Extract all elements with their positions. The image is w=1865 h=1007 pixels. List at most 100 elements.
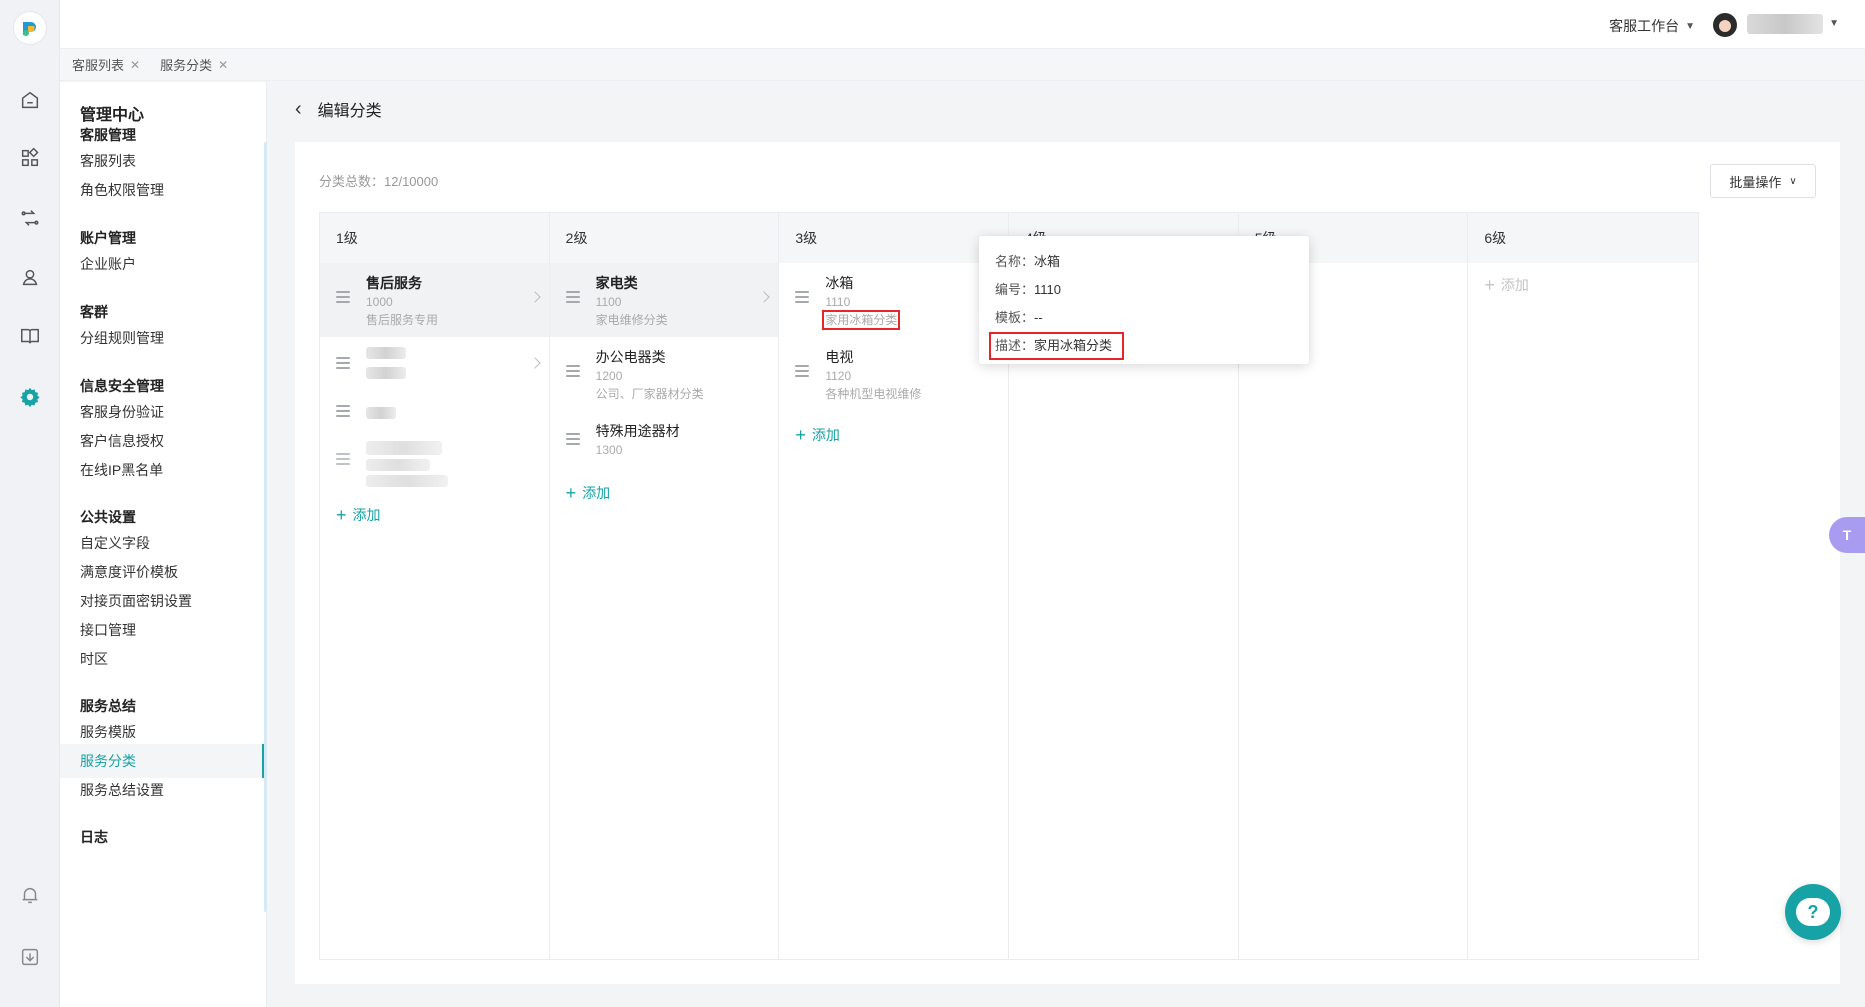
caret-down-icon: ▼: [1685, 20, 1695, 32]
node-code: 1200: [595, 369, 623, 383]
drag-handle-icon[interactable]: [336, 453, 350, 468]
sidebar-item[interactable]: 角色权限管理: [60, 173, 265, 207]
node-desc-highlighted: 家用冰箱分类: [822, 310, 901, 330]
user-menu-caret-icon[interactable]: ▼: [1829, 18, 1839, 29]
popover-key: 编号：: [995, 282, 1035, 297]
add-label: 添加: [352, 507, 381, 523]
add-label: 添加: [1500, 277, 1529, 293]
group-title: 公共设置: [80, 509, 136, 525]
category-detail-popover: 名称：冰箱 编号：1110 模板：-- 描述：家用冰箱分类: [979, 236, 1309, 364]
username-redacted[interactable]: [1747, 14, 1823, 34]
redacted-text: [366, 367, 406, 379]
sidebar-item[interactable]: 分组规则管理: [60, 321, 265, 355]
apps-grid-icon[interactable]: [18, 146, 42, 170]
category-node[interactable]: 特殊用途器材 1300: [550, 411, 779, 469]
drag-handle-icon[interactable]: [565, 291, 580, 306]
node-code: 1000: [366, 295, 393, 309]
category-node[interactable]: 售后服务 1000 售后服务专用: [320, 263, 549, 337]
category-count: 分类总数：12/10000: [319, 174, 439, 189]
group-title: 客服管理: [80, 127, 136, 143]
redacted-text: [366, 475, 448, 487]
group-title: 日志: [80, 829, 108, 845]
app-logo[interactable]: [14, 12, 46, 44]
column-header: 3级: [779, 213, 1009, 263]
route-icon[interactable]: [18, 206, 42, 230]
sidebar-item[interactable]: 企业账户: [60, 247, 265, 281]
redacted-text: [366, 347, 406, 359]
help-chat-button[interactable]: ?: [1785, 884, 1841, 940]
back-arrow-icon[interactable]: ‹: [295, 98, 302, 121]
node-name: 家电类: [595, 275, 638, 291]
node-code: 1110: [825, 295, 851, 309]
popover-template-row: 模板：--: [995, 304, 1293, 332]
user-service-icon[interactable]: [18, 265, 42, 289]
category-node[interactable]: 冰箱 1110 家用冰箱分类 ⋮: [779, 263, 1008, 337]
node-name: 冰箱: [825, 275, 854, 291]
drag-handle-icon[interactable]: [565, 365, 580, 380]
group-title: 账户管理: [80, 230, 136, 246]
plus-icon: +: [795, 425, 806, 445]
popover-key: 模板：: [995, 310, 1035, 325]
page-title: 编辑分类: [317, 103, 382, 120]
workbench-dropdown[interactable]: 客服工作台 ▼: [1609, 16, 1695, 36]
add-category-button[interactable]: + 添加: [779, 425, 1008, 445]
user-avatar[interactable]: [1713, 13, 1737, 37]
node-desc: 售后服务专用: [366, 313, 439, 327]
level-column-3: 3级 冰箱 1110 家用冰箱分类 ⋮ 电视 1120 各种机型电视维修 + 添…: [779, 213, 1010, 959]
page-tabs: 客服列表 ✕ 服务分类 ✕: [60, 49, 1865, 81]
level-column-2: 2级 家电类 1100 家电维修分类 办公电器类 1200 公司、厂家器材分类 …: [549, 213, 780, 959]
sidebar-item[interactable]: 时区: [60, 642, 265, 676]
drag-handle-icon[interactable]: [336, 291, 350, 306]
category-node[interactable]: 家电类 1100 家电维修分类: [549, 263, 779, 337]
node-desc: 家电维修分类: [595, 313, 668, 327]
category-node-redacted[interactable]: [320, 337, 549, 395]
level-column-6: 6级 + 添加: [1468, 213, 1699, 959]
node-name: 办公电器类: [595, 349, 666, 365]
popover-key: 描述：: [995, 338, 1035, 353]
sidebar-scrollbar[interactable]: [264, 142, 267, 912]
category-node[interactable]: 办公电器类 1200 公司、厂家器材分类: [550, 337, 779, 411]
add-category-button[interactable]: + 添加: [550, 483, 779, 503]
plus-icon: +: [336, 505, 347, 525]
close-icon[interactable]: ✕: [130, 58, 140, 72]
redacted-text: [366, 441, 442, 455]
redacted-text: [366, 459, 430, 471]
column-header: 2级: [549, 213, 779, 263]
node-code: 1100: [595, 295, 622, 309]
translate-tool-icon[interactable]: T: [1829, 517, 1865, 553]
drag-handle-icon[interactable]: [336, 357, 350, 372]
drag-handle-icon[interactable]: [795, 365, 810, 380]
settings-gear-icon[interactable]: [18, 385, 42, 409]
sidebar-item[interactable]: 在线IP黑名单: [60, 453, 265, 487]
home-icon[interactable]: [18, 88, 42, 112]
tab-service-category[interactable]: 服务分类 ✕: [160, 55, 228, 74]
sidebar-item[interactable]: 服务总结设置: [60, 773, 265, 807]
chevron-down-icon: ∨: [1789, 175, 1797, 187]
node-name: 电视: [825, 349, 854, 365]
popover-name-row: 名称：冰箱: [995, 248, 1293, 276]
download-icon[interactable]: [18, 945, 42, 969]
category-node[interactable]: 电视 1120 各种机型电视维修: [779, 337, 1008, 411]
drag-handle-icon[interactable]: [336, 405, 350, 420]
tab-customer-service-list[interactable]: 客服列表 ✕: [72, 55, 140, 74]
category-node-redacted[interactable]: [320, 427, 549, 491]
workbench-label: 客服工作台: [1609, 18, 1680, 34]
group-title: 客群: [80, 304, 108, 320]
category-node-redacted[interactable]: [320, 395, 549, 427]
drag-handle-icon[interactable]: [795, 291, 810, 306]
node-name: 售后服务: [366, 275, 422, 291]
add-category-button[interactable]: + 添加: [320, 505, 549, 525]
icon-rail: [0, 0, 60, 1007]
redacted-text: [366, 407, 396, 419]
add-label: 添加: [811, 427, 840, 443]
book-icon[interactable]: [18, 324, 42, 348]
bulk-operation-button[interactable]: 批量操作 ∨: [1710, 164, 1816, 198]
close-icon[interactable]: ✕: [218, 58, 228, 72]
tab-label: 服务分类: [160, 58, 213, 73]
group-title: 信息安全管理: [80, 378, 164, 394]
bell-icon[interactable]: [18, 883, 42, 907]
add-category-button[interactable]: + 添加: [1468, 275, 1698, 295]
drag-handle-icon[interactable]: [565, 433, 580, 448]
chevron-right-icon: [529, 357, 541, 369]
column-header: 1级: [320, 213, 549, 263]
